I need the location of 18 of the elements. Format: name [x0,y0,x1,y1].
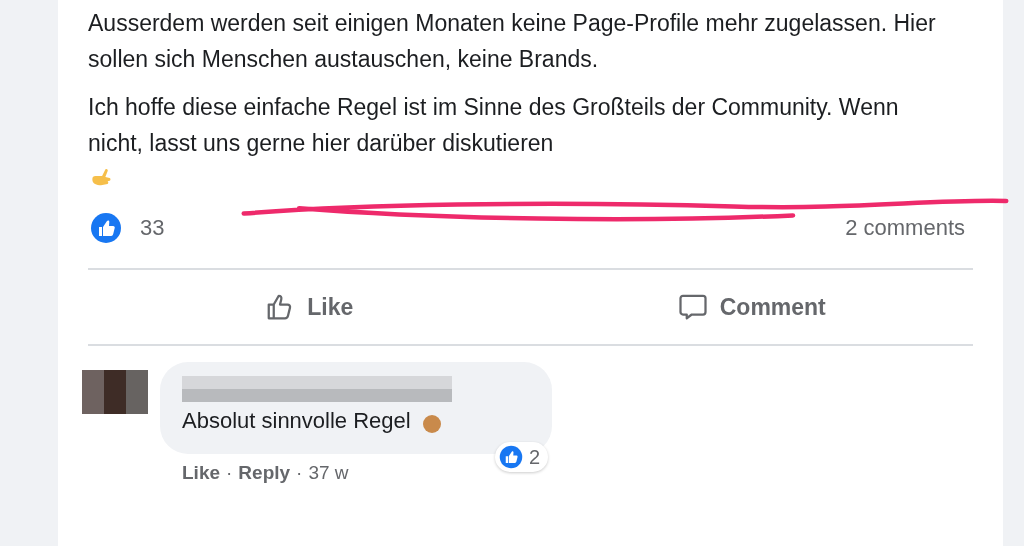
separator-dot: · [226,462,233,484]
comment-link[interactable]: Reply [238,462,291,484]
like-icon [498,445,523,469]
reaction-count[interactable]: 33 [140,215,165,241]
comment-link[interactable]: Like [182,462,221,484]
reaction-badge[interactable]: 2 [494,442,548,472]
avatar-placeholder[interactable] [82,370,148,414]
post-text: Ausserdem werden seit einigen Monaten keine Page-Profile mehr zugelassen. Hier sollen sich Menschen austauschen, keine Brands. [88,9,937,74]
comment-button[interactable]: Comment [530,282,973,332]
comment-time[interactable]: 37 w [308,462,349,484]
comment-text: Absolut sinnvolle Regel [182,408,411,434]
post-text: Ich hoffe diese einfache Regel ist im Sinne des Großteils der Community. Wenn nicht, lasst uns gerne hier darüber diskutieren [88,93,900,158]
reaction-count: 2 [528,445,540,469]
separator-dot: · [296,462,303,484]
like-icon [90,212,122,244]
speech-bubble-icon [677,292,708,322]
like-button[interactable]: Like [88,282,531,332]
comments-count[interactable]: 2 comments [845,215,965,241]
